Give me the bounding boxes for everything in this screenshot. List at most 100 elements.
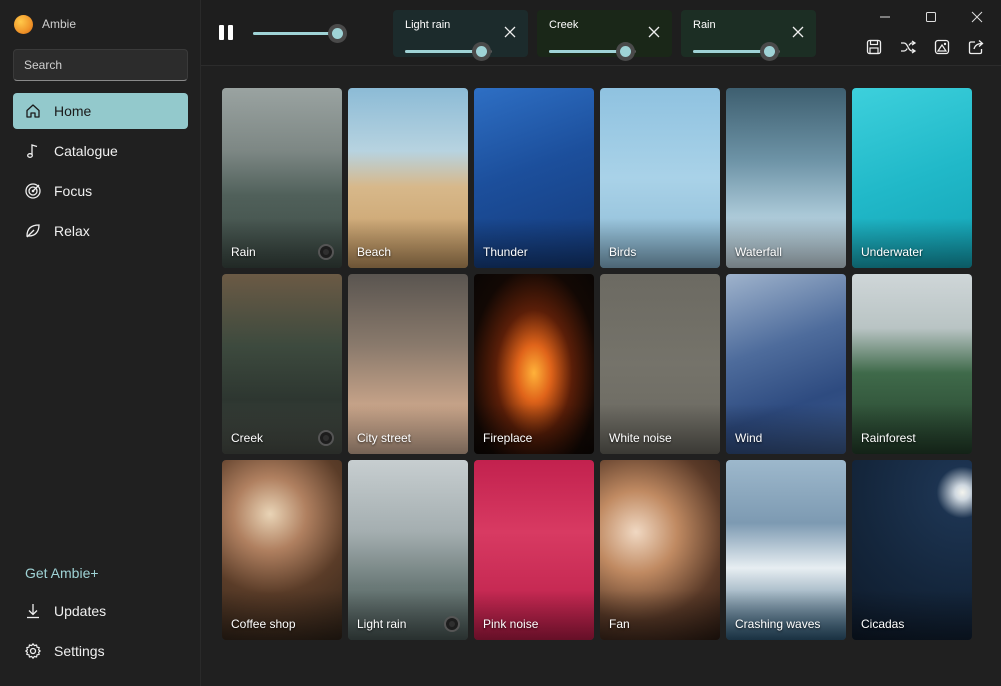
search-box[interactable] xyxy=(13,49,188,81)
share-icon[interactable] xyxy=(967,38,985,56)
get-ambie-plus-link[interactable]: Get Ambie+ xyxy=(25,565,99,581)
pause-icon-bar xyxy=(228,25,233,40)
sound-tile-beach[interactable]: Beach xyxy=(348,88,468,268)
slider-thumb[interactable] xyxy=(471,42,491,61)
tile-shade xyxy=(726,218,846,268)
nav-item-settings[interactable]: Settings xyxy=(13,633,188,669)
slider-fill xyxy=(549,50,625,53)
sound-tile-wind[interactable]: Wind xyxy=(726,274,846,454)
sound-tile-fireplace[interactable]: Fireplace xyxy=(474,274,594,454)
tile-shade xyxy=(600,404,720,454)
sound-tile-crashing-waves[interactable]: Crashing waves xyxy=(726,460,846,640)
close-icon[interactable] xyxy=(504,26,516,38)
sound-tile-label: Crashing waves xyxy=(735,617,821,631)
compact-mode-icon[interactable] xyxy=(933,38,951,56)
tile-shade xyxy=(222,404,342,454)
pause-button[interactable] xyxy=(219,25,235,41)
active-sound-chip-creek: Creek xyxy=(537,10,672,61)
tile-shade xyxy=(222,590,342,640)
tile-shade xyxy=(222,218,342,268)
app-window: Ambie Home Catalogue Focus Relax Get Amb… xyxy=(0,0,1001,686)
sidebar: Ambie Home Catalogue Focus Relax Get Amb… xyxy=(0,0,201,686)
nav-item-label: Catalogue xyxy=(54,143,118,159)
slider-thumb[interactable] xyxy=(615,42,635,61)
shuffle-icon[interactable] xyxy=(899,38,917,56)
nav-item-home[interactable]: Home xyxy=(13,93,188,129)
sound-tile-thunder[interactable]: Thunder xyxy=(474,88,594,268)
nav-item-catalogue[interactable]: Catalogue xyxy=(13,133,188,169)
search-input[interactable] xyxy=(24,58,179,72)
tile-shade xyxy=(600,218,720,268)
slider-fill xyxy=(693,50,769,53)
nav-item-label: Settings xyxy=(54,643,105,659)
sound-tile-label: Cicadas xyxy=(861,617,905,631)
playing-indicator-icon xyxy=(318,244,334,260)
sound-volume-slider[interactable] xyxy=(693,41,780,61)
gear-icon xyxy=(25,643,41,659)
sound-tile-label: Waterfall xyxy=(735,245,782,259)
slider-thumb[interactable] xyxy=(759,42,779,61)
tile-shade xyxy=(474,590,594,640)
sound-tile-coffee-shop[interactable]: Coffee shop xyxy=(222,460,342,640)
slider-fill xyxy=(253,32,337,35)
sound-tile-light-rain[interactable]: Light rain xyxy=(348,460,468,640)
sound-tile-label: Rainforest xyxy=(861,431,916,445)
tile-shade xyxy=(600,590,720,640)
nav-item-label: Focus xyxy=(54,183,93,199)
sound-tile-label: Thunder xyxy=(483,245,528,259)
sound-tile-underwater[interactable]: Underwater xyxy=(852,88,972,268)
sound-volume-slider[interactable] xyxy=(405,41,492,61)
slider-thumb[interactable] xyxy=(327,24,347,43)
nav-item-label: Updates xyxy=(54,603,107,619)
sound-volume-slider[interactable] xyxy=(549,41,636,61)
tile-shade xyxy=(852,404,972,454)
tile-shade xyxy=(726,590,846,640)
nav-item-relax[interactable]: Relax xyxy=(13,213,188,249)
tile-shade xyxy=(348,404,468,454)
sound-tile-white-noise[interactable]: White noise xyxy=(600,274,720,454)
sound-tile-city-street[interactable]: City street xyxy=(348,274,468,454)
minimize-icon[interactable] xyxy=(878,10,892,24)
tile-shade xyxy=(474,404,594,454)
sound-grid: Rain Beach Thunder Birds Waterfall Underwater… xyxy=(222,88,974,640)
ambie-logo-icon xyxy=(14,14,33,34)
sound-tile-label: Pink noise xyxy=(483,617,539,631)
sound-tile-label: White noise xyxy=(609,431,672,445)
sound-tile-pink-noise[interactable]: Pink noise xyxy=(474,460,594,640)
sound-tile-fan[interactable]: Fan xyxy=(600,460,720,640)
sound-tile-rainforest[interactable]: Rainforest xyxy=(852,274,972,454)
pause-icon-bar xyxy=(219,25,224,40)
close-icon[interactable] xyxy=(792,26,804,38)
tile-shade xyxy=(474,218,594,268)
sound-tile-label: Light rain xyxy=(357,617,407,631)
tile-shade xyxy=(348,218,468,268)
sound-tile-label: Birds xyxy=(609,245,637,259)
sound-tile-waterfall[interactable]: Waterfall xyxy=(726,88,846,268)
sound-tile-label: Fan xyxy=(609,617,630,631)
sound-tile-creek[interactable]: Creek xyxy=(222,274,342,454)
target-icon xyxy=(25,183,41,199)
maximize-icon[interactable] xyxy=(924,10,938,24)
sound-tile-label: Rain xyxy=(231,245,256,259)
tile-shade xyxy=(348,590,468,640)
active-sound-label: Light rain xyxy=(405,19,451,31)
sound-tile-cicadas[interactable]: Cicadas xyxy=(852,460,972,640)
close-window-icon[interactable] xyxy=(970,10,984,24)
sound-tile-rain[interactable]: Rain xyxy=(222,88,342,268)
nav-item-focus[interactable]: Focus xyxy=(13,173,188,209)
sound-tile-label: Fireplace xyxy=(483,431,533,445)
save-icon[interactable] xyxy=(865,38,883,56)
tile-shade xyxy=(852,590,972,640)
download-icon xyxy=(27,604,39,619)
sound-tile-label: City street xyxy=(357,431,412,445)
master-volume-slider[interactable] xyxy=(253,23,347,43)
active-sound-label: Rain xyxy=(693,19,716,31)
active-sound-chip-rain: Rain xyxy=(681,10,816,61)
sound-tile-label: Wind xyxy=(735,431,763,445)
slider-fill xyxy=(405,50,481,53)
close-icon[interactable] xyxy=(648,26,660,38)
leaf-icon xyxy=(26,224,40,238)
sound-tile-label: Beach xyxy=(357,245,392,259)
sound-tile-birds[interactable]: Birds xyxy=(600,88,720,268)
nav-item-updates[interactable]: Updates xyxy=(13,593,188,629)
